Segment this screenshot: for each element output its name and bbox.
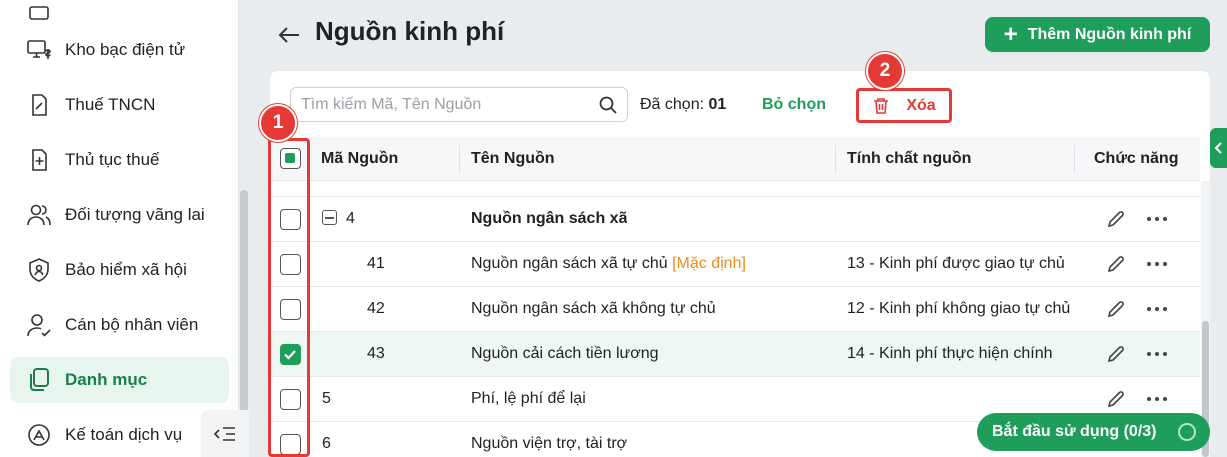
add-funding-source-button[interactable]: + Thêm Nguồn kinh phí: [985, 17, 1210, 52]
column-divider: [835, 145, 836, 173]
copy-icon: [26, 367, 52, 393]
page-title: Nguồn kinh phí: [315, 16, 505, 46]
sidebar-item-label: Đối tượng vãng lai: [65, 205, 205, 224]
sidebar-item-label: Danh mục: [65, 370, 148, 389]
sidebar-item-label: Bảo hiểm xã hội: [65, 260, 187, 279]
edit-icon[interactable]: [1106, 299, 1126, 319]
row-name: Nguồn ngân sách xã không tự chủ: [471, 300, 716, 317]
search-input[interactable]: [301, 95, 591, 114]
add-button-label: Thêm Nguồn kinh phí: [1027, 25, 1192, 43]
user-check-icon: [26, 312, 52, 338]
row-code: 43: [367, 345, 385, 362]
progress-ring-icon: [1178, 423, 1196, 441]
monitor-dollar-icon: [26, 37, 52, 63]
delete-label: Xóa: [906, 96, 936, 114]
sidebar-item-danh-muc[interactable]: Danh mục: [10, 357, 229, 403]
plus-icon: +: [1003, 20, 1018, 48]
sidebar-item-kho-bac[interactable]: Kho bạc điện tử: [10, 27, 229, 73]
column-header-nature: Tính chất nguồn: [847, 150, 972, 167]
sidebar-item-label: Thuế TNCN: [65, 95, 156, 114]
column-divider: [1074, 145, 1075, 173]
step-badge-1: 1: [259, 104, 297, 142]
sidebar-item-doi-tuong[interactable]: Đối tượng vãng lai: [10, 192, 229, 238]
collapse-sidebar-button[interactable]: [201, 410, 249, 457]
row-name: Phí, lệ phí để lại: [471, 390, 586, 407]
sidebar-item-bao-hiem[interactable]: Bảo hiểm xã hội: [10, 247, 229, 293]
more-options-icon[interactable]: [1146, 299, 1168, 319]
row-nature: 12 - Kinh phí không giao tự chủ: [847, 300, 1071, 317]
table-row[interactable]: 43 Nguồn cải cách tiền lương 14 - Kinh p…: [270, 332, 1200, 377]
expand-panel-tab[interactable]: [1210, 128, 1227, 168]
table-row[interactable]: 42 Nguồn ngân sách xã không tự chủ 12 - …: [270, 287, 1200, 332]
row-name: Nguồn viện trợ, tài trợ: [471, 435, 628, 452]
row-code: 4: [322, 210, 355, 228]
users-icon: [26, 202, 52, 228]
column-divider: [459, 145, 460, 173]
checkbox-column-highlight: [268, 138, 310, 457]
row-name: Nguồn cải cách tiền lương: [471, 345, 659, 362]
search-box: [290, 87, 628, 122]
table-row[interactable]: 4 Nguồn ngân sách xã: [270, 197, 1200, 242]
shield-user-icon: [26, 257, 52, 283]
accounting-icon: [26, 422, 52, 448]
row-name: Nguồn ngân sách xã: [471, 210, 628, 227]
sidebar: Kho bạc điện tử Thuế TNCN Thủ tục thuế Đ…: [0, 0, 239, 457]
money-icon: [26, 0, 52, 26]
delete-button[interactable]: Xóa: [856, 88, 952, 123]
selected-count: Đã chọn: 01: [640, 96, 726, 114]
chevron-left-icon: [1214, 142, 1222, 154]
trash-icon: [874, 97, 889, 114]
row-code: 5: [322, 390, 331, 407]
default-tag: [Mặc định]: [672, 255, 746, 272]
sidebar-item-label: Kế toán dịch vụ: [65, 425, 183, 444]
edit-icon[interactable]: [1106, 389, 1126, 409]
table-row-partial: [270, 181, 1200, 197]
collapse-left-icon: [213, 426, 235, 441]
step-badge-2: 2: [866, 52, 904, 90]
tax-document-icon: [26, 92, 52, 118]
sidebar-item-label: Thủ tục thuế: [65, 150, 160, 169]
main-panel: Đã chọn: 01 Bỏ chọn Xóa Mã Nguồn Tên Ngu…: [270, 71, 1210, 457]
table-header: Mã Nguồn Tên Nguồn Tính chất nguồn Chức …: [270, 137, 1200, 181]
table-scrollbar[interactable]: [1201, 181, 1210, 457]
sidebar-item-thue-tncn[interactable]: Thuế TNCN: [10, 82, 229, 128]
more-options-icon[interactable]: [1146, 209, 1168, 229]
row-code: 42: [367, 300, 385, 317]
edit-icon[interactable]: [1106, 209, 1126, 229]
sidebar-item-can-bo[interactable]: Cán bộ nhân viên: [10, 302, 229, 348]
row-code: 41: [367, 255, 385, 272]
edit-icon[interactable]: [1106, 344, 1126, 364]
more-options-icon[interactable]: [1146, 344, 1168, 364]
column-header-name: Tên Nguồn: [471, 150, 555, 167]
table-row[interactable]: 41 Nguồn ngân sách xã tự chủ [Mặc định] …: [270, 242, 1200, 287]
sidebar-item-ke-toan[interactable]: Kế toán dịch vụ: [10, 412, 229, 457]
sidebar-item-label: Kho bạc điện tử: [65, 40, 186, 59]
more-options-icon[interactable]: [1146, 254, 1168, 274]
deselect-button[interactable]: Bỏ chọn: [762, 96, 826, 114]
search-icon[interactable]: [598, 95, 618, 115]
sidebar-item-label: Cán bộ nhân viên: [65, 315, 199, 334]
row-nature: 13 - Kinh phí được giao tự chủ: [847, 255, 1065, 272]
sidebar-item-thu-tuc-thue[interactable]: Thủ tục thuế: [10, 137, 229, 183]
selected-label: Đã chọn:: [640, 96, 705, 113]
back-arrow-icon[interactable]: [276, 22, 302, 48]
onboarding-button[interactable]: Bắt đầu sử dụng (0/3): [977, 413, 1210, 451]
onboarding-label: Bắt đầu sử dụng (0/3): [992, 423, 1157, 440]
column-header-code: Mã Nguồn: [321, 150, 399, 167]
row-code: 6: [322, 435, 331, 452]
document-plus-icon: [26, 147, 52, 173]
row-nature: 14 - Kinh phí thực hiện chính: [847, 345, 1053, 362]
selected-count-value: 01: [708, 96, 727, 113]
collapse-group-icon[interactable]: [322, 210, 337, 225]
edit-icon[interactable]: [1106, 254, 1126, 274]
more-options-icon[interactable]: [1146, 389, 1168, 409]
row-name: Nguồn ngân sách xã tự chủ [Mặc định]: [471, 255, 746, 272]
column-header-actions: Chức năng: [1094, 150, 1179, 167]
